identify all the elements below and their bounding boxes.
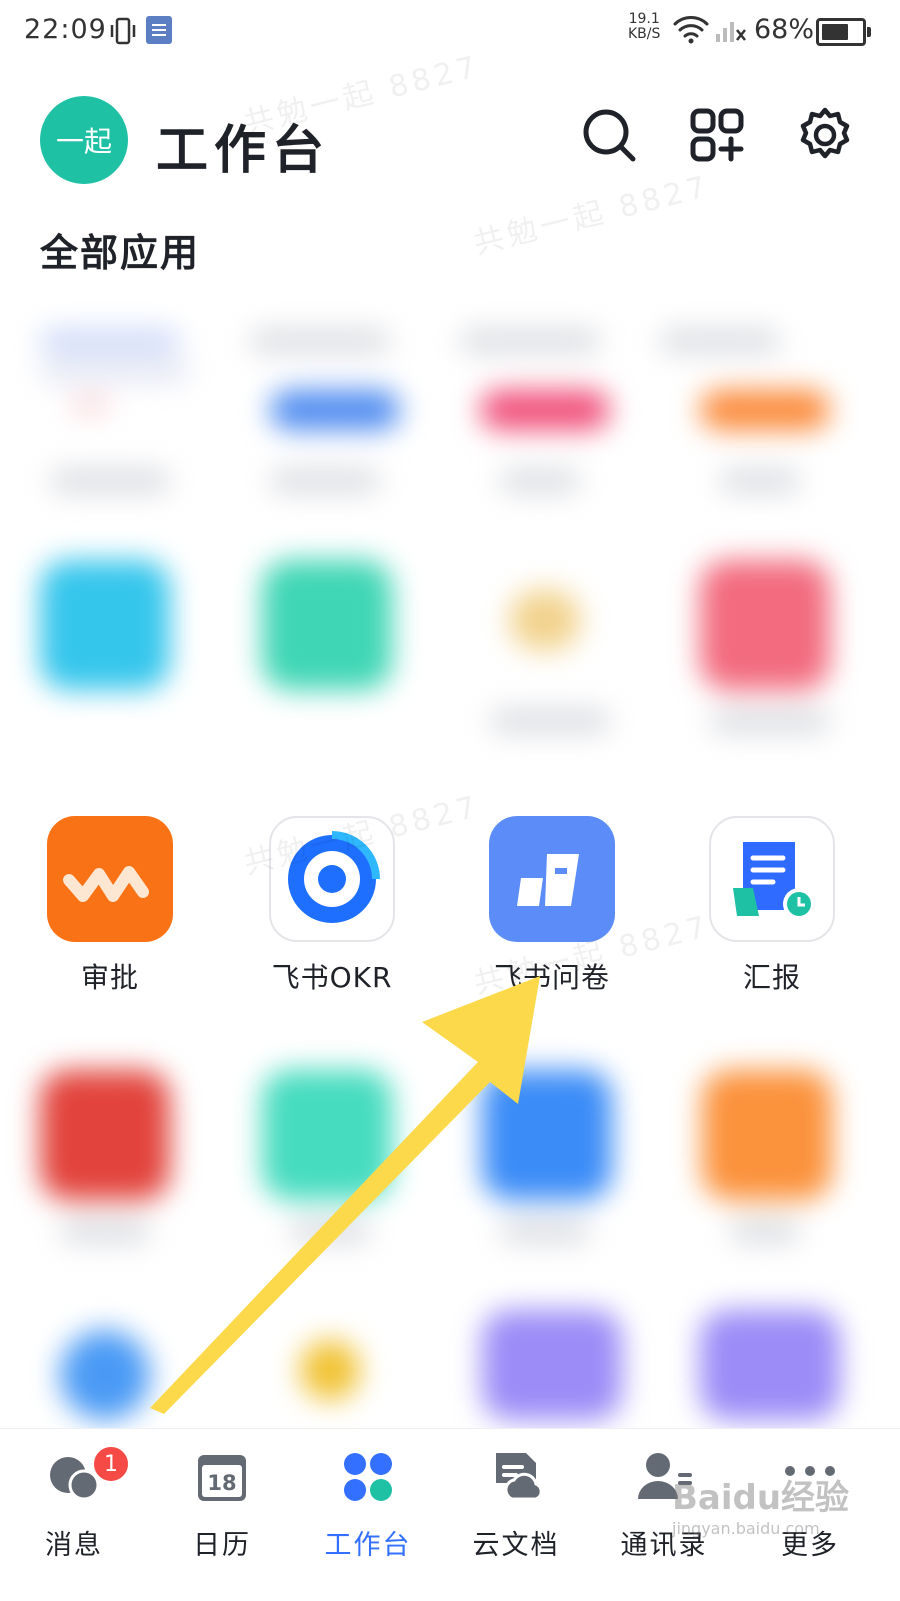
blurred-apps-top [0,300,900,760]
watermark-text: 共勉一起 8827 [470,169,714,262]
baidu-watermark: Baidu经验 jingyan.baidu.com [672,1470,849,1538]
gear-icon[interactable] [796,106,854,164]
notification-doc-icon [146,16,172,44]
section-title: 全部应用 [40,231,201,275]
tab-label: 云文档 [472,1530,560,1561]
tab-calendar[interactable]: 18 日历 [152,1449,292,1562]
calendar-icon: 18 [194,1449,250,1505]
app-label: 审批 [80,961,139,994]
app-grid-add-icon[interactable] [688,106,746,164]
baidu-url: jingyan.baidu.com [672,1519,820,1538]
unread-badge: 1 [92,1445,130,1483]
signal-icon [716,22,746,42]
tab-label: 工作台 [324,1530,412,1561]
tab-cloud-docs[interactable]: 云文档 [446,1449,586,1562]
blurred-apps-bottom [0,1040,900,1430]
battery-icon [816,18,871,46]
tab-workspace[interactable]: 工作台 [298,1449,438,1562]
baidu-brand: Baidu经验 [672,1478,850,1518]
report-icon [709,816,835,942]
search-icon[interactable] [580,106,638,164]
app-report[interactable]: 汇报 [692,816,852,996]
calendar-date: 18 [207,1471,236,1495]
status-time: 22:09 [24,14,107,45]
cloud-doc-icon [488,1449,544,1505]
speed-unit: KB/S [628,26,661,42]
speed-value: 19.1 [628,11,660,27]
tab-label: 日历 [193,1530,251,1561]
approval-icon [47,816,173,942]
network-speed: 19.1 KB/S [628,12,660,42]
wifi-icon [673,16,709,44]
app-approval[interactable]: 审批 [30,816,190,996]
survey-icon [489,816,615,942]
workspace-icon [340,1449,396,1505]
vibrate-icon [110,17,136,45]
tab-messages[interactable]: 1 消息 [4,1445,144,1562]
avatar[interactable]: 一起 [40,96,128,184]
app-label: 汇报 [742,961,801,994]
tab-label: 消息 [45,1530,103,1561]
app-label: 飞书OKR [271,961,393,994]
battery-percent: 68% [754,14,815,45]
